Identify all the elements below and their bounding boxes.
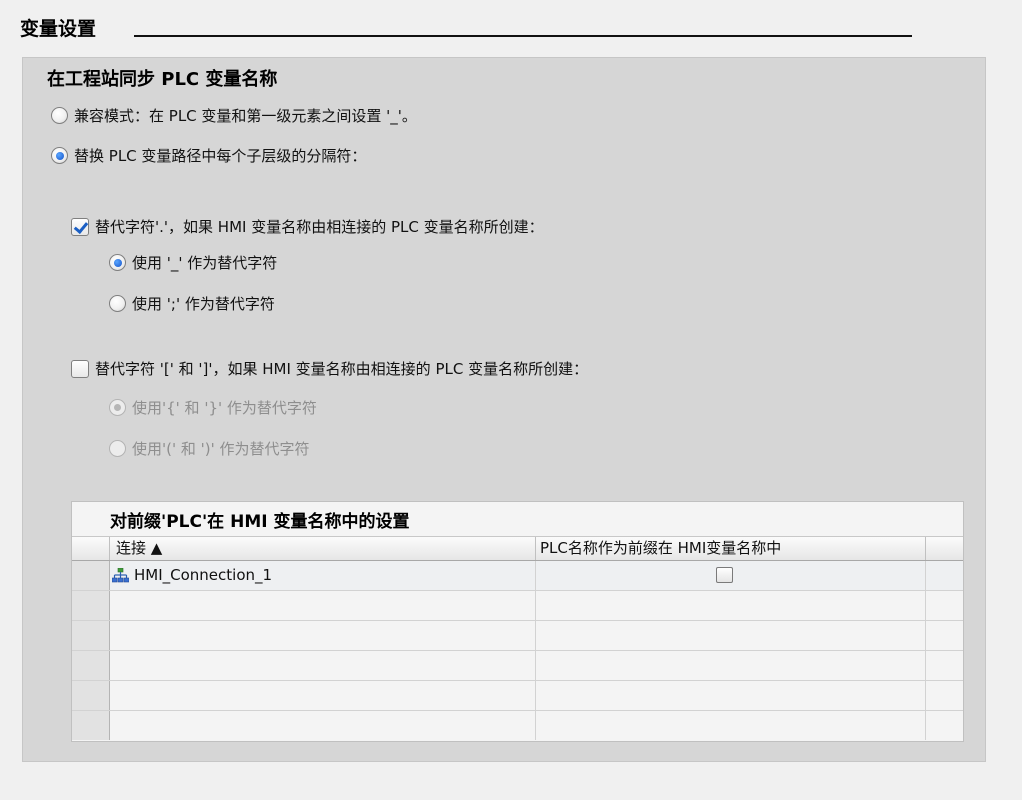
section-title: 变量设置	[20, 18, 97, 40]
replace-separator-label: 替换 PLC 变量路径中每个子层级的分隔符：	[74, 147, 367, 165]
empty-cell	[536, 591, 926, 620]
plc-prefix-cell[interactable]	[536, 561, 926, 590]
option-dot-semicolon[interactable]: 使用 ';' 作为替代字符	[109, 293, 275, 314]
compat-mode-radio[interactable]	[51, 107, 68, 124]
table-row	[72, 621, 963, 651]
empty-cell	[110, 681, 536, 710]
row-header	[72, 711, 110, 740]
column-header-filler	[926, 537, 963, 560]
plc-prefix-table: 对前缀'PLC'在 HMI 变量名称中的设置 连接 ▲ PLC名称作为前缀在 H…	[71, 501, 964, 742]
row-header	[72, 621, 110, 650]
dot-underscore-label: 使用 '_' 作为替代字符	[132, 254, 278, 272]
compat-mode-label: 兼容模式：在 PLC 变量和第一级元素之间设置 '_'。	[74, 107, 417, 125]
empty-cell	[110, 651, 536, 680]
replace-separator-radio[interactable]	[51, 147, 68, 164]
table-row	[72, 711, 963, 741]
section-title-rule	[134, 35, 912, 37]
table-row	[72, 651, 963, 681]
option-dot-underscore[interactable]: 使用 '_' 作为替代字符	[109, 252, 277, 273]
option-brackets-curly: 使用'{' 和 '}' 作为替代字符	[109, 397, 317, 418]
dot-semicolon-label: 使用 ';' 作为替代字符	[132, 295, 275, 313]
connection-cell[interactable]: HMI_Connection_1	[110, 561, 536, 590]
empty-cell	[110, 621, 536, 650]
option-compat-mode[interactable]: 兼容模式：在 PLC 变量和第一级元素之间设置 '_'。	[51, 105, 417, 126]
plc-prefix-checkbox[interactable]	[716, 567, 733, 583]
empty-cell	[536, 711, 926, 740]
brackets-round-radio	[109, 440, 126, 457]
connection-name: HMI_Connection_1	[134, 566, 273, 584]
row-header-corner	[72, 537, 110, 560]
row-header	[72, 681, 110, 710]
dot-underscore-radio[interactable]	[109, 254, 126, 271]
plc-tag-sync-panel: 在工程站同步 PLC 变量名称 兼容模式：在 PLC 变量和第一级元素之间设置 …	[22, 57, 986, 762]
option-brackets-round: 使用'(' 和 ')' 作为替代字符	[109, 438, 310, 459]
table-header: 连接 ▲ PLC名称作为前缀在 HMI变量名称中	[72, 536, 963, 561]
option-replace-dot[interactable]: 替代字符'.'，如果 HMI 变量名称由相连接的 PLC 变量名称所创建：	[71, 216, 544, 237]
replace-dot-checkbox[interactable]	[71, 217, 89, 236]
empty-cell	[110, 591, 536, 620]
dot-semicolon-radio[interactable]	[109, 295, 126, 312]
network-connection-icon	[112, 568, 129, 583]
table-row[interactable]: HMI_Connection_1	[72, 561, 963, 591]
column-header-plc-prefix[interactable]: PLC名称作为前缀在 HMI变量名称中	[536, 537, 926, 560]
replace-brackets-label: 替代字符 '[' 和 ']'，如果 HMI 变量名称由相连接的 PLC 变量名称…	[95, 360, 589, 378]
brackets-curly-label: 使用'{' 和 '}' 作为替代字符	[132, 399, 317, 417]
option-replace-separator[interactable]: 替换 PLC 变量路径中每个子层级的分隔符：	[51, 145, 366, 166]
brackets-curly-radio	[109, 399, 126, 416]
replace-brackets-checkbox[interactable]	[71, 359, 89, 378]
brackets-round-label: 使用'(' 和 ')' 作为替代字符	[132, 440, 310, 458]
option-replace-brackets[interactable]: 替代字符 '[' 和 ']'，如果 HMI 变量名称由相连接的 PLC 变量名称…	[71, 358, 588, 379]
empty-cell	[536, 621, 926, 650]
empty-cell	[536, 681, 926, 710]
replace-dot-label: 替代字符'.'，如果 HMI 变量名称由相连接的 PLC 变量名称所创建：	[95, 218, 544, 236]
empty-cell	[110, 711, 536, 740]
tag-settings-page: 变量设置 在工程站同步 PLC 变量名称 兼容模式：在 PLC 变量和第一级元素…	[0, 0, 1022, 800]
column-header-connection[interactable]: 连接 ▲	[110, 537, 536, 560]
row-header[interactable]	[72, 561, 110, 590]
table-title: 对前缀'PLC'在 HMI 变量名称中的设置	[110, 512, 410, 532]
empty-cell	[536, 651, 926, 680]
table-row	[72, 591, 963, 621]
row-header	[72, 591, 110, 620]
table-row	[72, 681, 963, 711]
panel-title: 在工程站同步 PLC 变量名称	[47, 69, 278, 90]
row-header	[72, 651, 110, 680]
table-body: HMI_Connection_1	[72, 561, 963, 741]
filler-cell	[926, 561, 963, 590]
